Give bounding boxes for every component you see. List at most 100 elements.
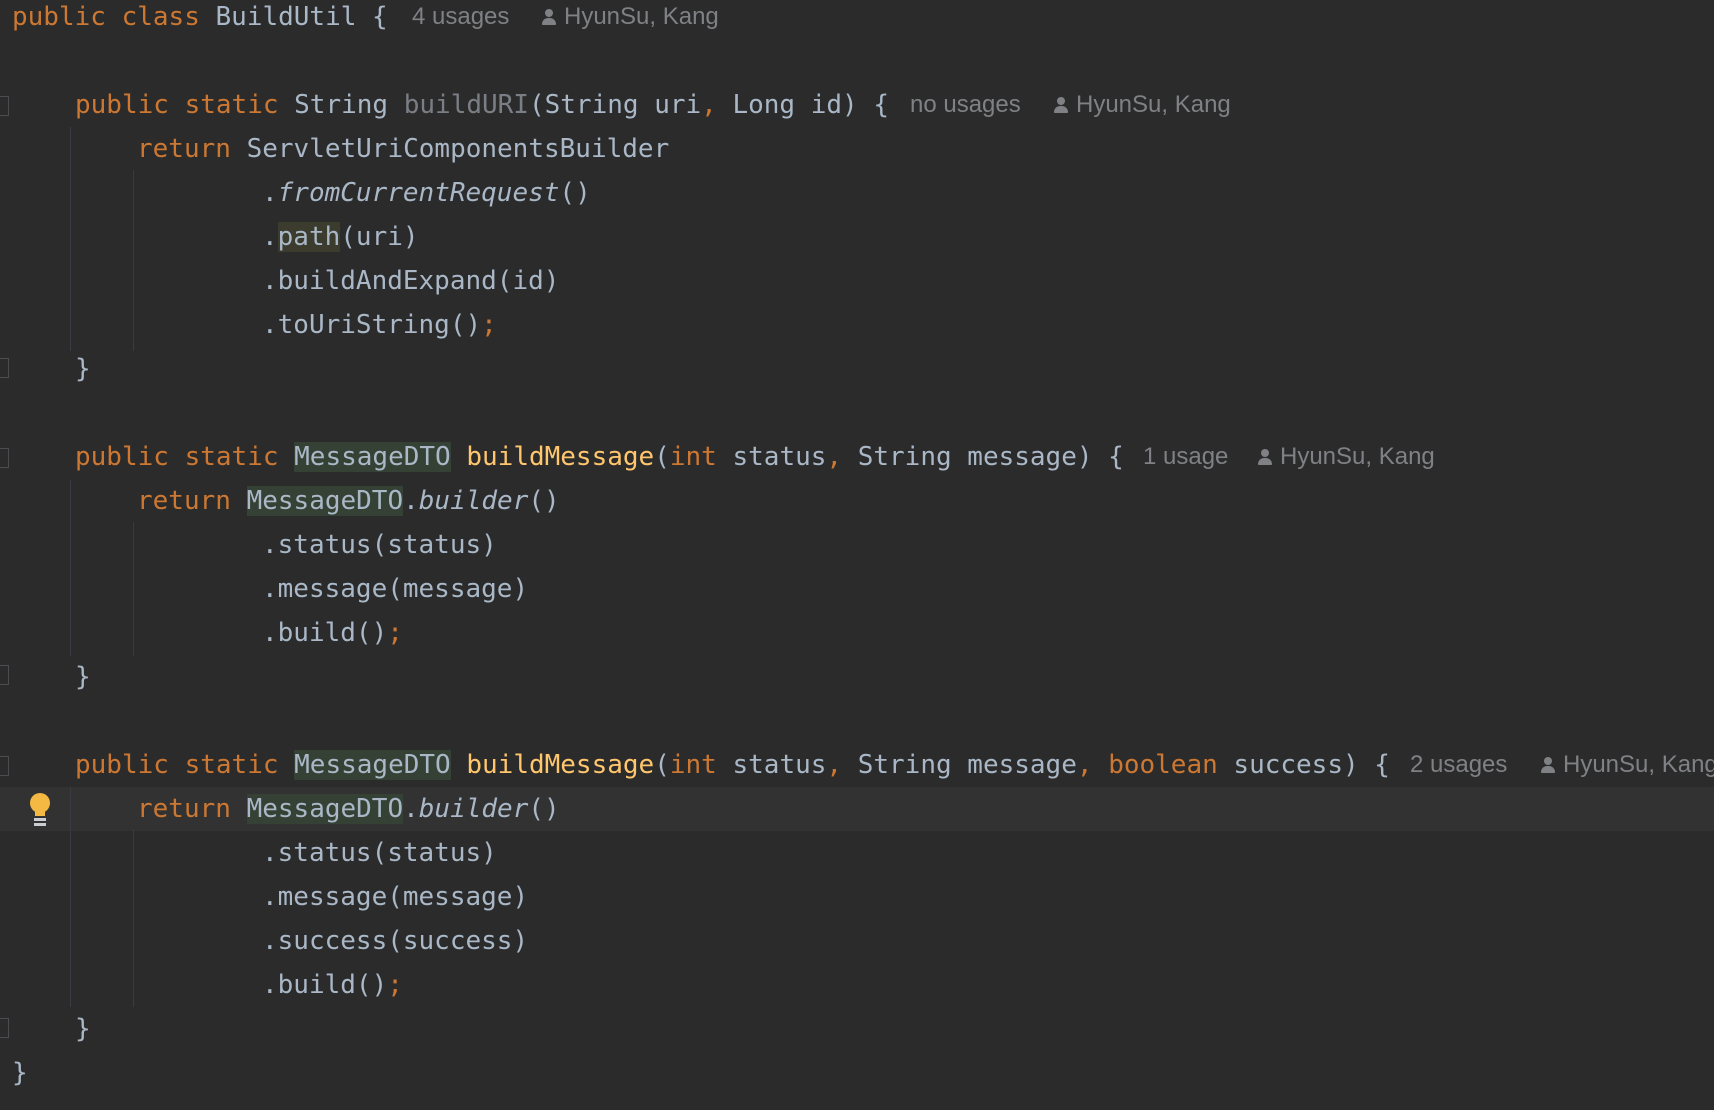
method-call-highlighted: path — [277, 222, 341, 252]
keyword: public — [12, 2, 106, 32]
keyword: class — [121, 2, 200, 32]
author-name: HyunSu, Kang — [564, 3, 719, 30]
code-line-21[interactable]: .message(message) — [0, 875, 1714, 919]
code-line-13[interactable]: .status(status) — [0, 523, 1714, 567]
method-name: buildMessage — [466, 442, 655, 472]
class-reference: MessageDTO — [246, 794, 404, 824]
code-line-12[interactable]: return MessageDTO.builder() — [0, 479, 1714, 523]
method-name: buildMessage — [466, 750, 655, 780]
return-type: String — [294, 90, 389, 120]
keyword: return — [137, 486, 231, 516]
code-editor[interactable]: public class BuildUtil { 4 usages HyunSu… — [0, 0, 1714, 1110]
method-call: .build() — [262, 970, 388, 1000]
code-line-22[interactable]: .success(success) — [0, 919, 1714, 963]
code-line-9[interactable]: } — [0, 347, 1714, 391]
dot: . — [403, 486, 419, 516]
params: success) { — [1217, 750, 1390, 780]
dot: . — [262, 178, 278, 208]
keyword: return — [137, 794, 231, 824]
method-call: .message(message) — [262, 574, 529, 604]
paren: ( — [654, 442, 670, 472]
class-name: BuildUtil { — [215, 2, 388, 32]
return-type: MessageDTO — [294, 442, 451, 472]
call-args: () — [528, 486, 560, 516]
code-line-23[interactable]: .build(); — [0, 963, 1714, 1007]
params: status — [716, 750, 827, 780]
usages-hint[interactable]: 2 usages — [1410, 743, 1507, 787]
closing-brace: } — [75, 1014, 91, 1044]
code-line-3[interactable]: public static String buildURI(String uri… — [0, 83, 1714, 127]
method-call: .status(status) — [262, 838, 497, 868]
code-line-20[interactable]: .status(status) — [0, 831, 1714, 875]
static-method-call: fromCurrentRequest — [277, 178, 560, 208]
keyword: public — [75, 750, 169, 780]
params: Long id) { — [716, 90, 889, 120]
code-line-15[interactable]: .build(); — [0, 611, 1714, 655]
person-icon — [1258, 449, 1272, 465]
author-hint[interactable]: HyunSu, Kang — [1258, 435, 1435, 479]
code-line-14[interactable]: .message(message) — [0, 567, 1714, 611]
keyword: static — [184, 90, 279, 120]
method-call: .build() — [262, 618, 388, 648]
lightbulb-icon[interactable] — [28, 793, 52, 827]
comma: , — [701, 90, 717, 120]
usages-hint[interactable]: no usages — [910, 83, 1021, 127]
params: String message — [842, 750, 1077, 780]
person-icon — [542, 9, 556, 25]
call-args: (uri) — [340, 222, 419, 252]
class-reference: MessageDTO — [246, 486, 404, 516]
params: status — [716, 442, 827, 472]
static-method-call: builder — [418, 486, 529, 516]
semicolon: ; — [387, 970, 403, 1000]
code-line-8[interactable]: .toUriString(); — [0, 303, 1714, 347]
author-hint[interactable]: HyunSu, Kang — [1054, 83, 1231, 127]
code-line-19[interactable]: return MessageDTO.builder() — [0, 787, 1714, 831]
author-name: HyunSu, Kang — [1563, 751, 1714, 778]
method-name-unused: buildURI — [403, 90, 529, 120]
comma: , — [826, 750, 843, 780]
method-call: .status(status) — [262, 530, 497, 560]
keyword: int — [669, 750, 717, 780]
dot: . — [403, 794, 419, 824]
closing-brace: } — [12, 1058, 28, 1088]
comma: , — [1076, 750, 1093, 780]
code-line-16[interactable]: } — [0, 655, 1714, 699]
keyword: return — [137, 134, 231, 164]
class-reference: ServletUriComponentsBuilder — [246, 134, 670, 164]
keyword: static — [184, 442, 279, 472]
static-method-call: builder — [418, 794, 529, 824]
keyword: static — [184, 750, 279, 780]
semicolon: ; — [481, 310, 497, 340]
author-name: HyunSu, Kang — [1280, 443, 1435, 470]
dot: . — [262, 222, 278, 252]
keyword: public — [75, 90, 169, 120]
code-line-25[interactable]: } — [0, 1051, 1714, 1095]
code-line-5[interactable]: .fromCurrentRequest() — [0, 171, 1714, 215]
paren: ( — [654, 750, 670, 780]
comma: , — [826, 442, 843, 472]
author-hint[interactable]: HyunSu, Kang — [1541, 743, 1714, 787]
method-call: .buildAndExpand(id) — [262, 266, 560, 296]
keyword: boolean — [1108, 750, 1218, 780]
call-args: () — [528, 794, 560, 824]
method-call: .success(success) — [262, 926, 529, 956]
keyword: public — [75, 442, 169, 472]
code-line-18[interactable]: public static MessageDTO buildMessage(in… — [0, 743, 1714, 787]
code-line-6[interactable]: .path(uri) — [0, 215, 1714, 259]
return-type: MessageDTO — [294, 750, 451, 780]
person-icon — [1541, 757, 1555, 773]
keyword: int — [669, 442, 717, 472]
usages-hint[interactable]: 4 usages — [412, 0, 509, 39]
usages-hint[interactable]: 1 usage — [1143, 435, 1228, 479]
method-call: .message(message) — [262, 882, 529, 912]
code-line-11[interactable]: public static MessageDTO buildMessage(in… — [0, 435, 1714, 479]
code-line-7[interactable]: .buildAndExpand(id) — [0, 259, 1714, 303]
code-line-24[interactable]: } — [0, 1007, 1714, 1051]
author-hint[interactable]: HyunSu, Kang — [542, 0, 719, 39]
code-line-1[interactable]: public class BuildUtil { 4 usages HyunSu… — [0, 0, 1714, 39]
semicolon: ; — [387, 618, 403, 648]
person-icon — [1054, 97, 1068, 113]
author-name: HyunSu, Kang — [1076, 91, 1231, 118]
params: String message) { — [842, 442, 1124, 472]
code-line-4[interactable]: return ServletUriComponentsBuilder — [0, 127, 1714, 171]
